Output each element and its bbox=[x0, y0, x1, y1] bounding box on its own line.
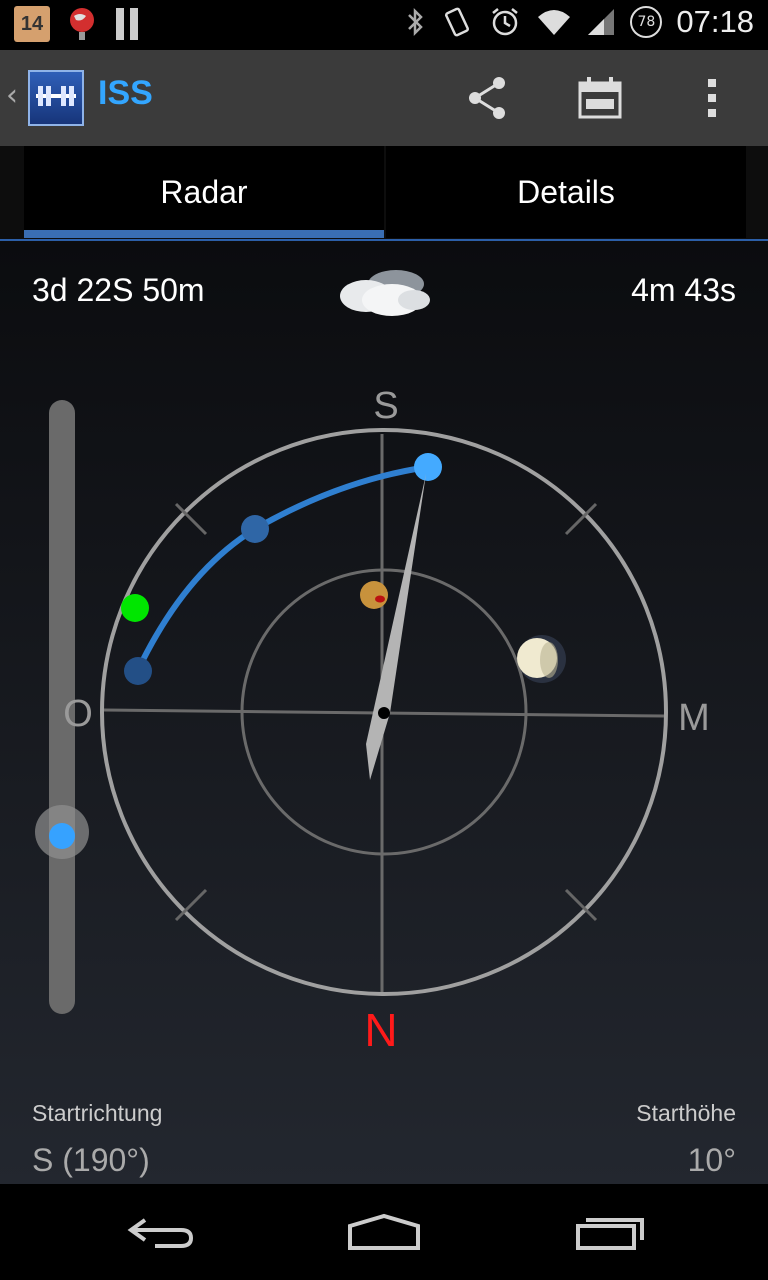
navigation-bar bbox=[0, 1184, 768, 1280]
back-chevron-icon[interactable]: ‹ bbox=[6, 78, 18, 113]
battery-icon: 78 bbox=[630, 6, 663, 38]
radar-panel: 3d 22S 50m 4m 43s S M O N Startrichtung … bbox=[0, 242, 768, 1184]
tab-radar-label: Radar bbox=[160, 173, 248, 210]
overflow-menu-icon[interactable] bbox=[682, 68, 742, 128]
compass-label-bottom: N bbox=[364, 1004, 397, 1056]
share-icon[interactable] bbox=[458, 68, 518, 128]
compass-label-top: S bbox=[373, 385, 398, 427]
tab-bar: Radar Details bbox=[0, 146, 768, 242]
tab-divider bbox=[0, 239, 768, 241]
recent-apps-icon[interactable] bbox=[560, 1206, 660, 1258]
sun-spot bbox=[375, 595, 385, 603]
iss-pass-track bbox=[135, 464, 429, 672]
compass-label-right: M bbox=[678, 697, 710, 739]
compass-center bbox=[378, 707, 390, 719]
back-icon[interactable] bbox=[110, 1206, 210, 1258]
alarm-icon bbox=[492, 8, 519, 36]
time-slider-thumb[interactable] bbox=[49, 823, 75, 849]
vibrate-icon bbox=[445, 7, 470, 37]
wifi-icon bbox=[538, 10, 571, 35]
calendar-notification-icon: 14 bbox=[14, 6, 50, 42]
tab-details[interactable]: Details bbox=[386, 146, 746, 238]
pause-icon bbox=[114, 8, 140, 40]
moon-shade bbox=[540, 642, 558, 678]
track-point-start bbox=[124, 657, 152, 685]
clock: 07:18 bbox=[676, 4, 754, 39]
iss-position-marker bbox=[414, 453, 442, 481]
app-title: ISS bbox=[98, 74, 153, 112]
home-icon[interactable] bbox=[334, 1206, 434, 1258]
calendar-icon[interactable] bbox=[570, 68, 630, 128]
start-direction-label: Startrichtung bbox=[32, 1100, 163, 1126]
tab-selected-indicator bbox=[24, 230, 384, 238]
pass-start-marker bbox=[121, 594, 149, 622]
start-height-value: 10° bbox=[687, 1142, 736, 1178]
bluetooth-icon bbox=[408, 7, 424, 37]
calendar-day: 14 bbox=[20, 12, 44, 35]
compass-needle bbox=[366, 474, 426, 780]
track-point-mid bbox=[241, 515, 269, 543]
iss-app-icon[interactable] bbox=[28, 70, 84, 126]
sun-icon bbox=[360, 581, 388, 609]
tab-radar[interactable]: Radar bbox=[24, 146, 384, 238]
battery-level: 78 bbox=[637, 14, 656, 30]
globe-notification-icon bbox=[70, 8, 94, 40]
signal-icon bbox=[588, 9, 615, 35]
radar-view: S M O N bbox=[35, 385, 710, 1056]
tab-details-label: Details bbox=[517, 173, 615, 210]
status-bar: 14 78 07:18 bbox=[0, 0, 768, 50]
start-direction-value: S (190°) bbox=[32, 1142, 150, 1178]
compass-label-left: O bbox=[63, 693, 93, 735]
start-height-label: Starthöhe bbox=[636, 1100, 736, 1126]
action-bar: ‹ ISS bbox=[0, 50, 768, 146]
